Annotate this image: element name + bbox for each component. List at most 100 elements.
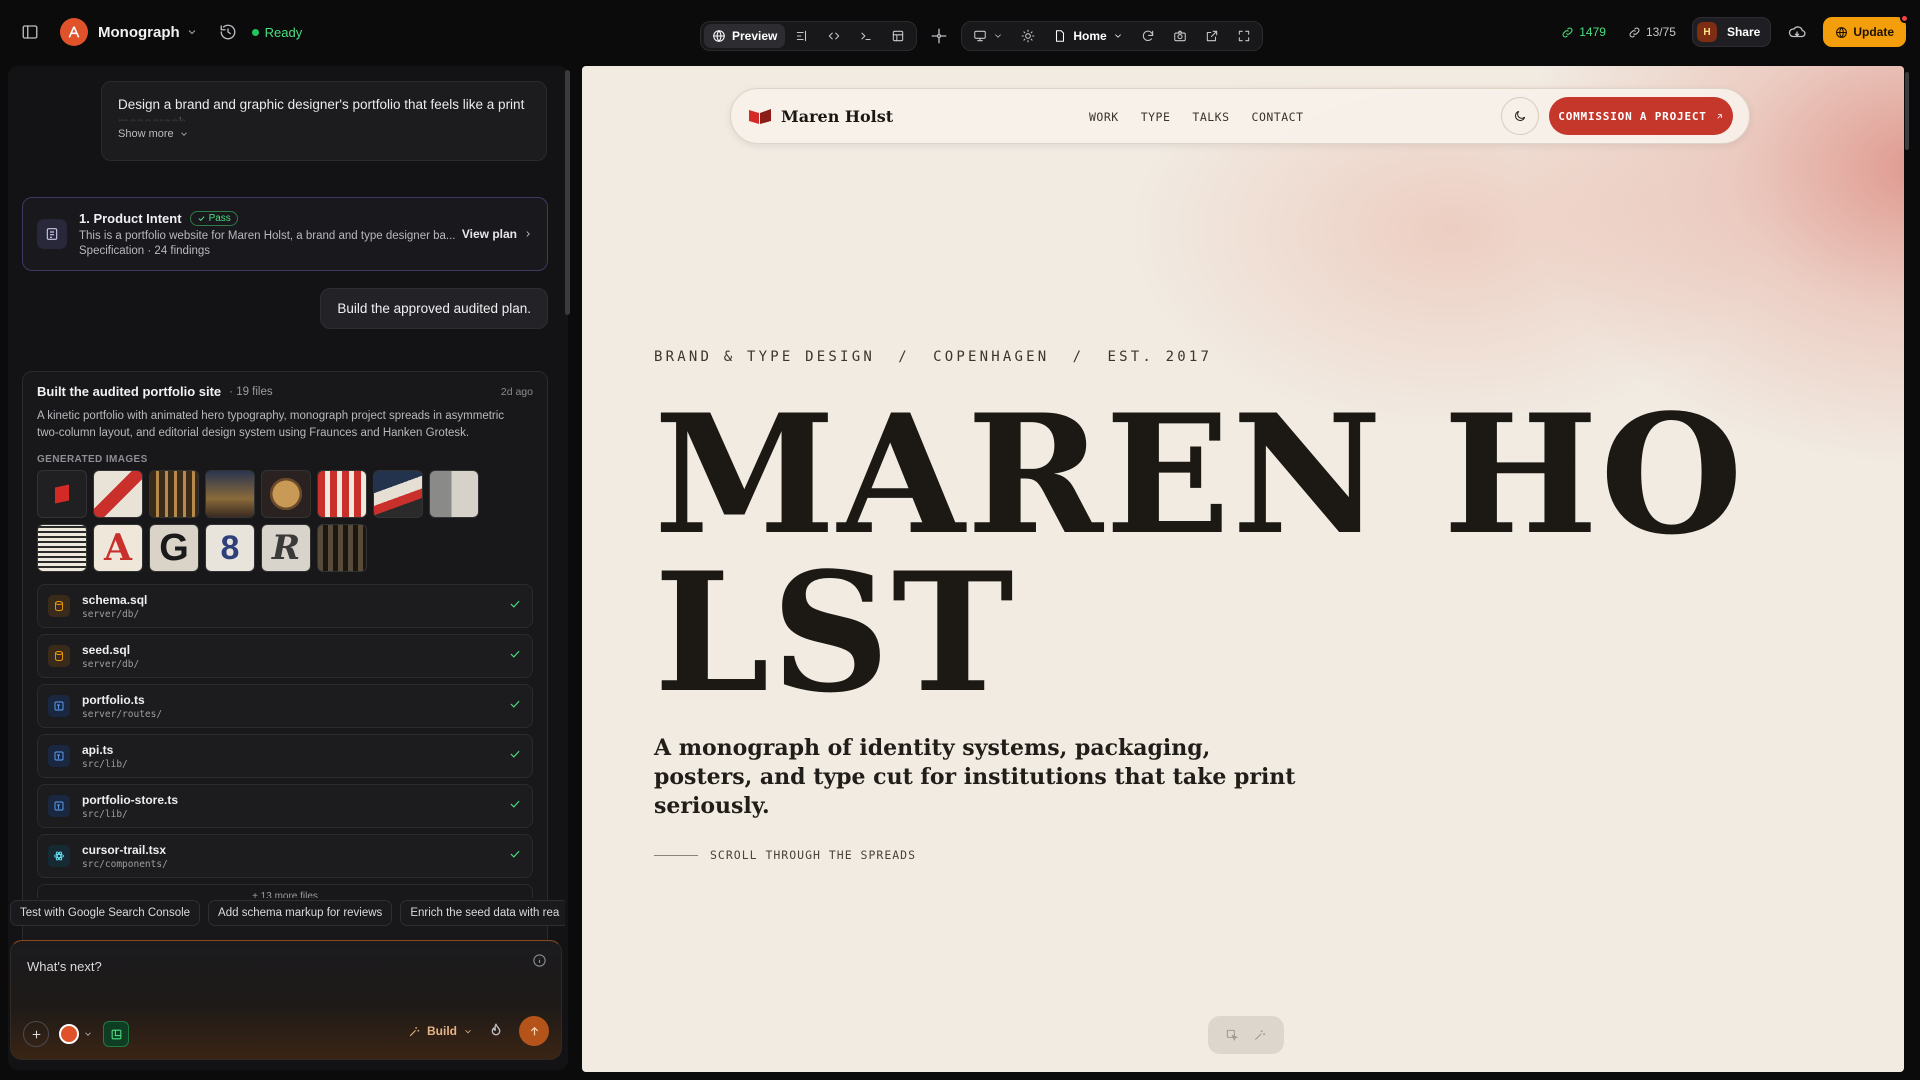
image-thumbnail[interactable]: G — [149, 524, 199, 572]
file-item[interactable]: schema.sql server/db/ — [37, 584, 533, 628]
screenshot-button[interactable] — [1165, 24, 1195, 48]
code-tab[interactable] — [819, 24, 849, 48]
suggestion-chip[interactable]: Enrich the seed data with rea — [400, 900, 565, 926]
update-button[interactable]: Update — [1823, 14, 1909, 47]
image-thumbnail[interactable] — [429, 470, 479, 518]
more-files-button[interactable]: + 13 more files — [37, 884, 533, 898]
terminal-tab[interactable] — [851, 24, 881, 48]
theme-button[interactable] — [1013, 24, 1043, 48]
image-thumbnail[interactable]: 8 — [205, 524, 255, 572]
cloud-sync-icon[interactable] — [1781, 16, 1813, 48]
file-item[interactable]: portfolio.ts server/routes/ — [37, 684, 533, 728]
file-path: server/routes/ — [82, 708, 163, 720]
app-logo[interactable] — [60, 18, 88, 46]
file-item[interactable]: cursor-trail.tsx src/components/ — [37, 834, 533, 878]
check-icon — [508, 847, 522, 866]
integration-button[interactable] — [103, 1021, 129, 1047]
message-input[interactable]: What's next? — [27, 959, 102, 974]
window-icon — [111, 1029, 121, 1039]
image-thumbnail[interactable] — [317, 524, 367, 572]
hero-line: LST — [654, 536, 1016, 729]
model-selector[interactable] — [59, 1024, 93, 1044]
preview-tab[interactable]: Preview — [704, 24, 786, 48]
project-switcher[interactable]: Monograph — [98, 24, 198, 41]
nav-link-work[interactable]: WORK — [1089, 110, 1119, 124]
image-thumbnail[interactable]: A — [93, 524, 143, 572]
select-element-icon[interactable] — [923, 20, 955, 52]
refresh-icon — [1142, 30, 1153, 41]
page-select[interactable]: Home — [1045, 24, 1130, 48]
site-navbar: Maren Holst WORK TYPE TALKS CONTACT COMM… — [730, 88, 1750, 144]
image-thumbnail[interactable]: R — [261, 524, 311, 572]
chat-scrollbar[interactable] — [565, 70, 570, 315]
nav-link-talks[interactable]: TALKS — [1192, 110, 1229, 124]
open-external-button[interactable] — [1197, 24, 1227, 48]
preview-scrollbar[interactable] — [1905, 72, 1909, 150]
send-button[interactable] — [519, 1016, 549, 1046]
image-thumbnail[interactable] — [37, 470, 87, 518]
usage-value: 13/75 — [1645, 25, 1676, 39]
file-info: seed.sql server/db/ — [82, 643, 139, 670]
terminal-icon — [861, 32, 871, 41]
share-button[interactable]: Share — [1717, 25, 1770, 39]
document-icon — [37, 219, 67, 249]
image-thumbnail[interactable] — [93, 470, 143, 518]
refresh-button[interactable] — [1133, 24, 1163, 48]
chevron-down-icon — [995, 34, 1002, 38]
chevron-down-icon — [1114, 34, 1121, 38]
usage-counter[interactable]: 13/75 — [1622, 25, 1682, 39]
product-intent-card[interactable]: 1. Product Intent Pass This is a portfoli… — [22, 197, 548, 271]
site-brand[interactable]: Maren Holst — [749, 107, 893, 126]
avatar[interactable]: H — [1696, 22, 1717, 42]
image-thumbnail[interactable] — [317, 470, 367, 518]
nav-link-contact[interactable]: CONTACT — [1252, 110, 1304, 124]
wand-icon — [409, 1026, 420, 1036]
preview-label: Preview — [732, 29, 778, 43]
suggestion-chip[interactable]: Add schema markup for reviews — [208, 900, 393, 926]
build-mode-label: Build — [427, 1024, 457, 1038]
split-view-tab[interactable] — [787, 24, 817, 48]
image-thumbnail[interactable] — [205, 470, 255, 518]
sidebar-toggle-icon[interactable] — [14, 16, 46, 48]
dark-mode-toggle[interactable] — [1501, 97, 1539, 135]
pass-badge-label: Pass — [208, 213, 231, 224]
image-thumbnail[interactable] — [37, 524, 87, 572]
build-description: A kinetic portfolio with animated hero t… — [37, 410, 505, 439]
credits-counter[interactable]: 1479 — [1555, 25, 1612, 39]
globe-icon — [1836, 26, 1848, 38]
commission-button[interactable]: COMMISSION A PROJECT — [1549, 97, 1733, 135]
view-plan-button[interactable]: View plan — [462, 227, 533, 241]
file-name: seed.sql — [82, 642, 131, 657]
hero-eyebrow: BRAND & TYPE DESIGN / COPENHAGEN / EST. … — [654, 349, 1213, 365]
file-item[interactable]: api.ts src/lib/ — [37, 734, 533, 778]
fullscreen-button[interactable] — [1229, 24, 1259, 48]
composer-right-tools: Build — [408, 1015, 549, 1047]
file-item[interactable]: seed.sql server/db/ — [37, 634, 533, 678]
device-select[interactable] — [965, 24, 1011, 48]
pass-badge: Pass — [189, 211, 238, 226]
database-tab[interactable] — [883, 24, 913, 48]
attach-button[interactable] — [23, 1021, 49, 1047]
file-info: schema.sql server/db/ — [82, 593, 147, 620]
image-thumbnail[interactable] — [149, 470, 199, 518]
intent-description: This is a portfolio website for Maren Ho… — [79, 230, 456, 242]
history-icon[interactable] — [212, 16, 244, 48]
enhance-icon[interactable] — [485, 1015, 507, 1047]
magic-edit-icon[interactable] — [1253, 1028, 1267, 1042]
account-toolbar: 1479 13/75 H Share Update — [1555, 14, 1909, 48]
view-mode-group: Preview — [700, 21, 918, 51]
scroll-cue[interactable]: SCROLL THROUGH THE SPREADS — [654, 848, 916, 862]
chevron-right-icon — [526, 231, 530, 237]
react-icon — [48, 845, 70, 867]
build-mode-select[interactable]: Build — [408, 1024, 473, 1038]
file-item[interactable]: portfolio-store.ts src/lib/ — [37, 784, 533, 828]
show-more-button[interactable]: Show more — [118, 128, 530, 140]
image-thumbnail[interactable] — [373, 470, 423, 518]
select-tool-icon[interactable] — [1225, 1028, 1239, 1042]
suggestion-chip[interactable]: Test with Google Search Console — [10, 900, 201, 926]
image-thumbnail[interactable] — [261, 470, 311, 518]
file-path: src/components/ — [82, 858, 168, 870]
nav-link-type[interactable]: TYPE — [1141, 110, 1171, 124]
info-icon[interactable] — [532, 953, 547, 973]
chevron-down-icon — [465, 1029, 471, 1033]
